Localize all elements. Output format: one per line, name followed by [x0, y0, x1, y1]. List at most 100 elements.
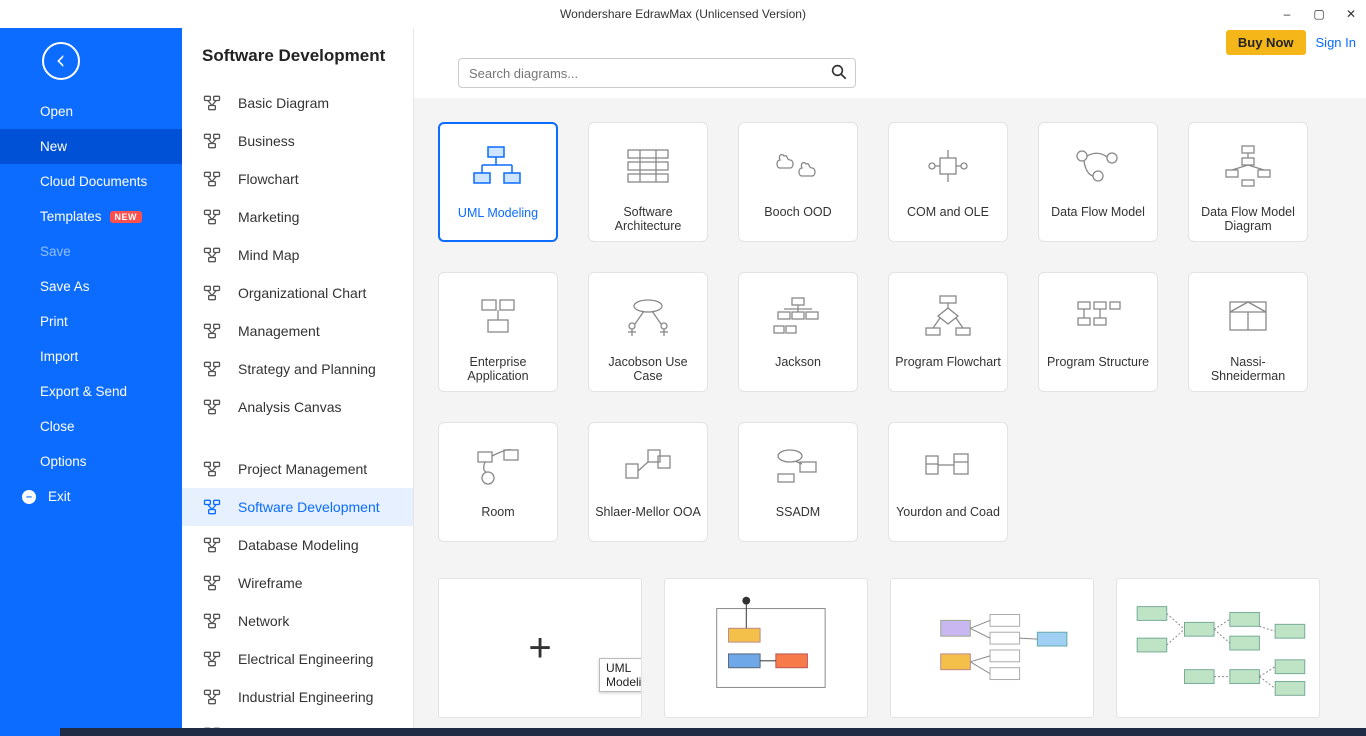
category-electrical-engineering[interactable]: Electrical Engineering — [182, 640, 413, 678]
sidebar-item-import[interactable]: Import — [0, 339, 182, 374]
sidebar-item-cloud-documents[interactable]: Cloud Documents — [0, 164, 182, 199]
category-strategy-and-planning[interactable]: Strategy and Planning — [182, 350, 413, 388]
tile-enterprise-application[interactable]: Enterprise Application — [438, 272, 558, 392]
category-organizational-chart[interactable]: Organizational Chart — [182, 274, 413, 312]
tile-booch-ood[interactable]: Booch OOD — [738, 122, 858, 242]
category-icon — [202, 397, 222, 417]
back-button[interactable] — [42, 42, 80, 80]
tile-ssadm[interactable]: SSADM — [738, 422, 858, 542]
sidebar-item-export-send[interactable]: Export & Send — [0, 374, 182, 409]
category-icon — [202, 321, 222, 341]
tile-data-flow-model-diagram[interactable]: Data Flow Model Diagram — [1188, 122, 1308, 242]
category-database-modeling[interactable]: Database Modeling — [182, 526, 413, 564]
tile-label: Software Architecture — [595, 205, 701, 233]
tile-icon — [618, 291, 678, 341]
sidebar-item-close[interactable]: Close — [0, 409, 182, 444]
sidebar-item-save-as[interactable]: Save As — [0, 269, 182, 304]
sidebar-item-open[interactable]: Open — [0, 94, 182, 129]
tile-label: Booch OOD — [764, 205, 831, 219]
category-analysis-canvas[interactable]: Analysis Canvas — [182, 388, 413, 426]
tooltip: UML Modeling — [599, 658, 642, 692]
tile-yourdon-and-coad[interactable]: Yourdon and Coad — [888, 422, 1008, 542]
sidebar-item-options[interactable]: Options — [0, 444, 182, 479]
category-management[interactable]: Management — [182, 312, 413, 350]
tile-icon — [1068, 141, 1128, 191]
maximize-button[interactable]: ▢ — [1312, 7, 1326, 21]
example-row: + UML Modeling — [414, 566, 1366, 736]
tile-icon — [768, 441, 828, 491]
sidebar-item-save[interactable]: Save — [0, 234, 182, 269]
category-label: Organizational Chart — [238, 285, 366, 301]
tile-label: Shlaer-Mellor OOA — [595, 505, 701, 519]
category-basic-diagram[interactable]: Basic Diagram — [182, 84, 413, 122]
category-project-management[interactable]: Project Management — [182, 450, 413, 488]
sidebar-item-new[interactable]: New — [0, 129, 182, 164]
tile-jacobson-use-case[interactable]: Jacobson Use Case — [588, 272, 708, 392]
category-label: Marketing — [238, 209, 299, 225]
search-bar — [458, 58, 856, 88]
tile-label: SSADM — [776, 505, 820, 519]
category-mind-map[interactable]: Mind Map — [182, 236, 413, 274]
sidebar-item-label: Exit — [48, 489, 71, 504]
tile-label: Yourdon and Coad — [896, 505, 1000, 519]
category-icon — [202, 359, 222, 379]
example-thumbnail-3[interactable] — [1116, 578, 1320, 718]
close-button[interactable]: ✕ — [1344, 7, 1358, 21]
category-wireframe[interactable]: Wireframe — [182, 564, 413, 602]
new-blank-example[interactable]: + UML Modeling — [438, 578, 642, 718]
sign-in-link[interactable]: Sign In — [1316, 35, 1356, 50]
tile-uml-modeling[interactable]: UML Modeling — [438, 122, 558, 242]
tile-icon — [468, 441, 528, 491]
category-icon — [202, 649, 222, 669]
tile-room[interactable]: Room — [438, 422, 558, 542]
search-input[interactable] — [458, 58, 856, 88]
category-icon — [202, 497, 222, 517]
category-label: Software Development — [238, 499, 380, 515]
category-label: Industrial Engineering — [238, 689, 373, 705]
taskbar — [0, 728, 1366, 736]
category-software-development[interactable]: Software Development — [182, 488, 413, 526]
tile-label: Room — [481, 505, 514, 519]
search-icon[interactable] — [830, 63, 848, 81]
category-sidebar: Software Development Basic Diagram Busine… — [182, 28, 414, 736]
category-industrial-engineering[interactable]: Industrial Engineering — [182, 678, 413, 716]
tile-label: Enterprise Application — [445, 355, 551, 383]
category-business[interactable]: Business — [182, 122, 413, 160]
category-network[interactable]: Network — [182, 602, 413, 640]
category-label: Business — [238, 133, 295, 149]
tile-software-architecture[interactable]: Software Architecture — [588, 122, 708, 242]
tile-com-and-ole[interactable]: COM and OLE — [888, 122, 1008, 242]
example-thumbnail-2[interactable] — [890, 578, 1094, 718]
tile-icon — [768, 141, 828, 191]
category-label: Project Management — [238, 461, 367, 477]
sidebar-item-label: New — [40, 139, 67, 154]
sidebar-item-label: Options — [40, 454, 87, 469]
tile-program-structure[interactable]: Program Structure — [1038, 272, 1158, 392]
app-title: Wondershare EdrawMax (Unlicensed Version… — [560, 7, 806, 21]
category-icon — [202, 207, 222, 227]
sidebar-item-label: Close — [40, 419, 75, 434]
tile-icon — [918, 291, 978, 341]
tile-label: Data Flow Model — [1051, 205, 1145, 219]
example-thumbnail-1[interactable] — [664, 578, 868, 718]
tile-label: Jacobson Use Case — [595, 355, 701, 383]
category-icon — [202, 93, 222, 113]
category-marketing[interactable]: Marketing — [182, 198, 413, 236]
tile-data-flow-model[interactable]: Data Flow Model — [1038, 122, 1158, 242]
category-label: Flowchart — [238, 171, 299, 187]
minimize-button[interactable]: – — [1280, 7, 1294, 21]
buy-now-button[interactable]: Buy Now — [1226, 30, 1306, 55]
file-sidebar: Open New Cloud DocumentsTemplatesNEWSaveSa… — [0, 28, 182, 736]
tile-label: Program Flowchart — [895, 355, 1001, 369]
category-flowchart[interactable]: Flowchart — [182, 160, 413, 198]
tile-nassi-shneiderman[interactable]: Nassi-Shneiderman — [1188, 272, 1308, 392]
tile-icon — [918, 141, 978, 191]
tile-jackson[interactable]: Jackson — [738, 272, 858, 392]
sidebar-item-print[interactable]: Print — [0, 304, 182, 339]
sidebar-item-label: Import — [40, 349, 78, 364]
tile-program-flowchart[interactable]: Program Flowchart — [888, 272, 1008, 392]
tile-icon — [618, 141, 678, 191]
sidebar-item-templates[interactable]: TemplatesNEW — [0, 199, 182, 234]
tile-shlaer-mellor-ooa[interactable]: Shlaer-Mellor OOA — [588, 422, 708, 542]
sidebar-item-exit[interactable]: –Exit — [0, 479, 182, 514]
